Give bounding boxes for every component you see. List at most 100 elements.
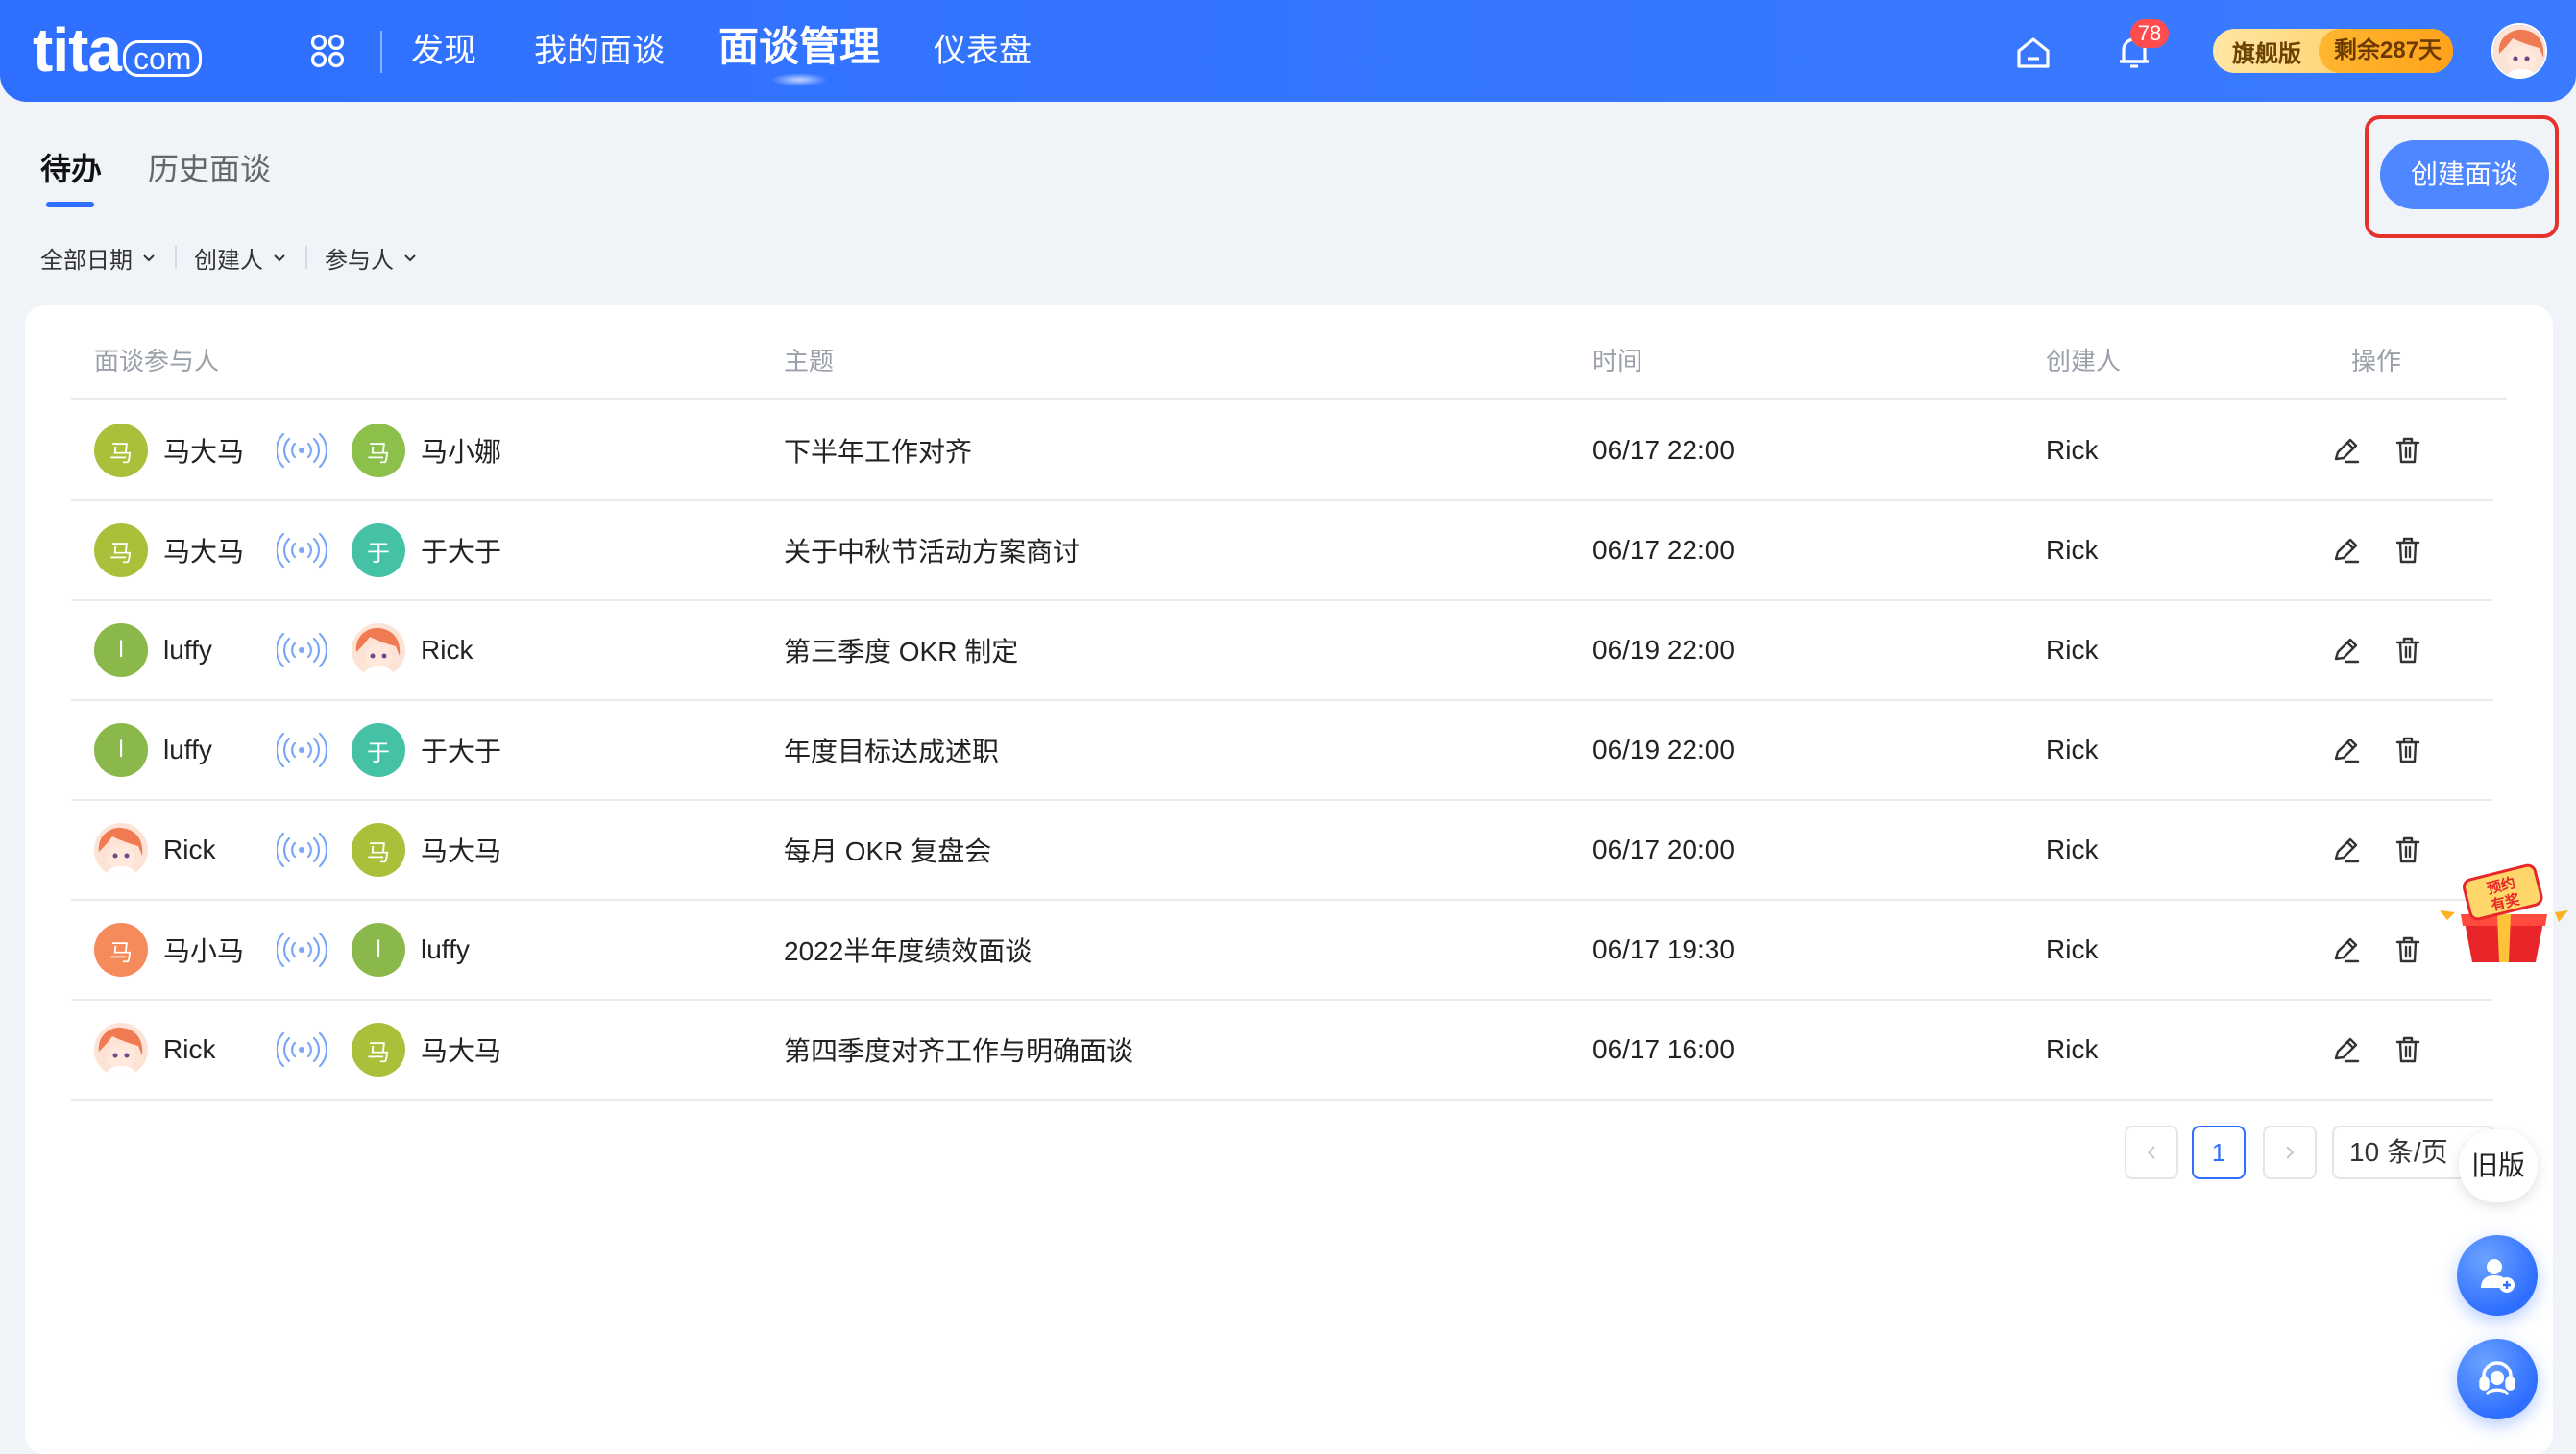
connection-signal-icon	[277, 532, 327, 569]
participant-1: 马马大马	[94, 501, 244, 599]
connection-signal-icon	[277, 1031, 327, 1068]
delete-icon[interactable]	[2392, 734, 2424, 766]
edit-icon[interactable]	[2330, 634, 2363, 666]
participant-avatar-photo	[94, 1023, 148, 1077]
edit-icon[interactable]	[2330, 933, 2363, 966]
delete-icon[interactable]	[2392, 933, 2424, 966]
participant-1: l luffy	[94, 601, 212, 699]
delete-icon[interactable]	[2392, 634, 2424, 666]
table-row[interactable]: 马马小马 l luffy 2022半年度绩效面谈 06/17 19:30 Rick	[71, 901, 2493, 1001]
chevron-down-icon	[404, 254, 416, 262]
participant-2-name: 于大于	[421, 737, 502, 766]
delete-icon[interactable]	[2392, 434, 2424, 467]
participant-avatar-photo	[94, 823, 148, 877]
participant-1-name: 马大马	[163, 537, 245, 567]
nav-dashboard[interactable]: 仪表盘	[934, 27, 1032, 75]
participant-2: 于于大于	[352, 701, 501, 799]
filter-date[interactable]: 全部日期	[40, 241, 158, 275]
tab-history[interactable]: 历史面谈	[148, 148, 271, 190]
edit-icon[interactable]	[2330, 1033, 2363, 1066]
delete-icon[interactable]	[2392, 1033, 2424, 1066]
table-row[interactable]: 马马大马 于于大于 关于中秋节活动方案商讨 06/17 22:00 Rick	[71, 501, 2493, 601]
table-row[interactable]: l luffy Rick 第三季度 OKR 制定 06/19 22:00 Rick	[71, 601, 2493, 701]
plan-badge[interactable]: 旗舰版 剩余287天	[2213, 29, 2453, 73]
edit-icon[interactable]	[2330, 434, 2363, 467]
participant-1-name: 马大马	[163, 437, 245, 467]
delete-icon[interactable]	[2392, 834, 2424, 866]
participant-1-name: 马小马	[163, 936, 245, 966]
prev-page-button[interactable]	[2125, 1126, 2178, 1179]
participant-avatar: 于	[352, 723, 405, 777]
edit-icon[interactable]	[2330, 534, 2363, 567]
participant-1: l luffy	[94, 701, 212, 799]
plan-remaining-days: 剩余287天	[2319, 29, 2453, 73]
row-actions	[2330, 801, 2424, 899]
row-actions	[2330, 601, 2424, 699]
meeting-creator: Rick	[2046, 435, 2099, 465]
participant-avatar: 马	[352, 424, 405, 477]
delete-icon[interactable]	[2392, 534, 2424, 567]
nav-my-meetings[interactable]: 我的面谈	[534, 27, 665, 75]
meeting-topic: 第三季度 OKR 制定	[784, 637, 1019, 666]
meeting-creator: Rick	[2046, 934, 2099, 964]
table-row[interactable]: Rick 马马大马 第四季度对齐工作与明确面谈 06/17 16:00 Rick	[71, 1001, 2493, 1101]
old-version-button[interactable]: 旧版	[2459, 1129, 2538, 1202]
row-actions	[2330, 701, 2424, 799]
participant-1-name: Rick	[163, 1034, 216, 1064]
filter-participant-label: 参与人	[325, 247, 394, 274]
edit-icon[interactable]	[2330, 734, 2363, 766]
row-actions	[2330, 1001, 2424, 1099]
next-page-button[interactable]	[2263, 1126, 2317, 1179]
column-topic: 主题	[784, 347, 835, 376]
tab-todo[interactable]: 待办	[40, 148, 102, 190]
chevron-down-icon	[143, 254, 155, 262]
participant-avatar: 马	[94, 523, 148, 577]
logo-suffix: com	[123, 40, 203, 77]
filter-date-label: 全部日期	[40, 247, 133, 274]
meeting-time: 06/17 22:00	[1592, 535, 1735, 565]
customer-service-float-button[interactable]	[2457, 1339, 2538, 1419]
apps-grid-icon[interactable]	[309, 33, 346, 69]
plan-name: 旗舰版	[2232, 40, 2301, 67]
filter-divider	[175, 246, 177, 269]
participant-1-name: luffy	[163, 735, 212, 764]
user-avatar[interactable]	[2491, 23, 2547, 79]
add-user-float-button[interactable]	[2457, 1235, 2538, 1316]
participant-avatar: 马	[94, 424, 148, 477]
filter-bar: 全部日期 创建人 参与人	[40, 240, 419, 275]
column-actions: 操作	[2351, 347, 2402, 376]
participant-avatar: 马	[352, 823, 405, 877]
row-actions	[2330, 401, 2424, 499]
participant-avatar: l	[352, 923, 405, 977]
meeting-topic: 关于中秋节活动方案商讨	[784, 537, 1081, 567]
promotion-gift-icon[interactable]: 预约 有奖	[2436, 855, 2570, 970]
filter-creator[interactable]: 创建人	[194, 241, 288, 275]
table-row[interactable]: 马马大马马马小娜 下半年工作对齐 06/17 22:00 Rick	[71, 401, 2493, 501]
table-row[interactable]: Rick 马马大马 每月 OKR 复盘会 06/17 20:00 Rick	[71, 801, 2493, 901]
tita-logo[interactable]: tita com	[33, 15, 203, 85]
connection-signal-icon	[277, 832, 327, 868]
page-number-button[interactable]: 1	[2192, 1126, 2246, 1179]
participant-2: 马马大马	[352, 1001, 501, 1099]
participant-avatar-photo	[352, 623, 405, 677]
connection-signal-icon	[277, 432, 327, 469]
edit-icon[interactable]	[2330, 834, 2363, 866]
table-row[interactable]: l luffy 于于大于 年度目标达成述职 06/19 22:00 Rick	[71, 701, 2493, 801]
participant-2-name: Rick	[421, 635, 474, 665]
meeting-time: 06/17 22:00	[1592, 435, 1735, 465]
meeting-time: 06/19 22:00	[1592, 735, 1735, 764]
meeting-creator: Rick	[2046, 535, 2099, 565]
nav-discover[interactable]: 发现	[411, 27, 476, 75]
row-actions	[2330, 501, 2424, 599]
nav-meeting-management[interactable]: 面谈管理	[718, 23, 880, 71]
participant-2: 于于大于	[352, 501, 501, 599]
connection-signal-icon	[277, 732, 327, 768]
logo-text: tita	[33, 15, 122, 85]
participant-2: l luffy	[352, 901, 470, 999]
home-icon[interactable]	[2015, 35, 2052, 71]
add-user-icon	[2481, 1259, 2515, 1293]
create-meeting-button[interactable]: 创建面谈	[2380, 140, 2549, 209]
meeting-topic: 下半年工作对齐	[784, 437, 973, 467]
filter-participant[interactable]: 参与人	[325, 241, 419, 275]
participant-1: 马马大马	[94, 401, 244, 499]
